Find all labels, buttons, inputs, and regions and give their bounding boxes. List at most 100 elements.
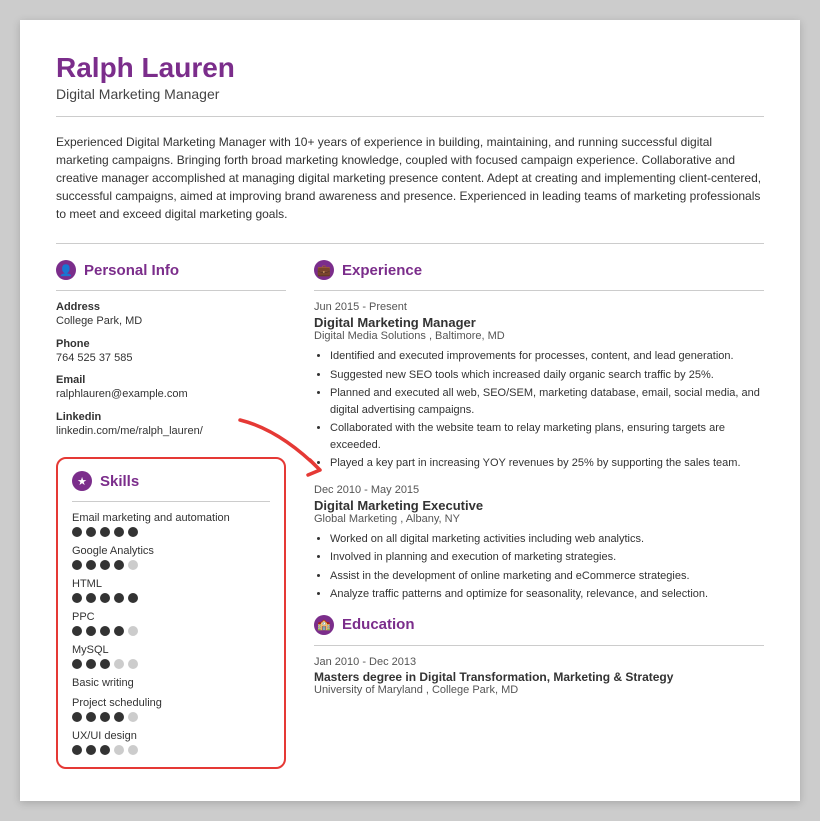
skill-dot	[86, 527, 96, 537]
experience-bullets: Worked on all digital marketing activiti…	[314, 531, 764, 603]
skill-dots	[72, 626, 270, 636]
experience-bullet: Collaborated with the website team to re…	[330, 420, 764, 453]
experience-bullet: Assist in the development of online mark…	[330, 568, 764, 585]
experience-header: 💼 Experience	[314, 260, 764, 280]
skill-dot	[100, 593, 110, 603]
skill-dot	[128, 593, 138, 603]
address-label: Address	[56, 301, 286, 313]
email-value: ralphlauren@example.com	[56, 386, 286, 403]
skill-dot	[114, 626, 124, 636]
skill-dot	[86, 712, 96, 722]
skill-dot	[86, 560, 96, 570]
candidate-name: Ralph Lauren	[56, 52, 764, 84]
skill-dot	[100, 527, 110, 537]
education-header: 🏫 Education	[314, 615, 764, 635]
personal-info-title: Personal Info	[84, 262, 179, 279]
experience-bullet: Analyze traffic patterns and optimize fo…	[330, 586, 764, 603]
skill-dot	[128, 712, 138, 722]
skills-icon: ★	[72, 471, 92, 491]
skills-title: Skills	[100, 473, 139, 490]
skill-dot	[72, 626, 82, 636]
skill-dot	[86, 745, 96, 755]
skill-dots	[72, 659, 270, 669]
phone-value: 764 525 37 585	[56, 350, 286, 367]
skill-dot	[128, 626, 138, 636]
skill-dot	[114, 712, 124, 722]
experience-company: Digital Media Solutions , Baltimore, MD	[314, 330, 764, 342]
experience-bullets: Identified and executed improvements for…	[314, 348, 764, 472]
skill-dot	[100, 626, 110, 636]
education-list: Jan 2010 - Dec 2013 Masters degree in Dig…	[314, 656, 764, 696]
skill-dots	[72, 560, 270, 570]
skill-dot	[114, 527, 124, 537]
skills-list: Email marketing and automation Google Ana…	[72, 512, 270, 755]
resume-page: Ralph Lauren Digital Marketing Manager E…	[20, 20, 800, 801]
skill-dots	[72, 712, 270, 722]
skill-name: Project scheduling	[72, 697, 270, 709]
experience-date: Jun 2015 - Present	[314, 301, 764, 313]
skill-dot	[86, 626, 96, 636]
skill-name: Basic writing	[72, 677, 270, 689]
experience-list: Jun 2015 - Present Digital Marketing Mana…	[314, 301, 764, 603]
experience-block: Dec 2010 - May 2015Digital Marketing Exe…	[314, 484, 764, 603]
personal-info-icon: 👤	[56, 260, 76, 280]
skill-dot	[114, 593, 124, 603]
experience-bullet: Worked on all digital marketing activiti…	[330, 531, 764, 548]
skill-name: Email marketing and automation	[72, 512, 270, 524]
skill-dot	[114, 560, 124, 570]
skill-dot	[128, 745, 138, 755]
experience-bullet: Planned and executed all web, SEO/SEM, m…	[330, 385, 764, 418]
education-title: Education	[342, 616, 415, 633]
skill-name: HTML	[72, 578, 270, 590]
skill-dot	[114, 745, 124, 755]
skill-dot	[72, 593, 82, 603]
education-degree: Masters degree in Digital Transformation…	[314, 670, 764, 684]
skills-section: ★ Skills Email marketing and automation G…	[56, 457, 286, 769]
skill-dot	[72, 745, 82, 755]
address-value: College Park, MD	[56, 313, 286, 330]
education-icon: 🏫	[314, 615, 334, 635]
skill-dot	[100, 712, 110, 722]
right-column: 💼 Experience Jun 2015 - Present Digital M…	[314, 260, 764, 769]
skill-dot	[72, 560, 82, 570]
skill-dot	[72, 659, 82, 669]
experience-job-title: Digital Marketing Executive	[314, 498, 764, 513]
skill-dot	[100, 659, 110, 669]
skill-name: UX/UI design	[72, 730, 270, 742]
education-date: Jan 2010 - Dec 2013	[314, 656, 764, 668]
skill-dot	[86, 593, 96, 603]
skill-dot	[100, 560, 110, 570]
experience-bullet: Played a key part in increasing YOY reve…	[330, 455, 764, 472]
linkedin-value: linkedin.com/me/ralph_lauren/	[56, 423, 286, 440]
skill-name: Google Analytics	[72, 545, 270, 557]
experience-company: Global Marketing , Albany, NY	[314, 513, 764, 525]
skill-name: MySQL	[72, 644, 270, 656]
phone-label: Phone	[56, 338, 286, 350]
experience-bullet: Involved in planning and execution of ma…	[330, 549, 764, 566]
two-column-layout: 👤 Personal Info Address College Park, MD…	[56, 260, 764, 769]
skill-dots	[72, 527, 270, 537]
personal-info-header: 👤 Personal Info	[56, 260, 286, 280]
education-school: University of Maryland , College Park, M…	[314, 684, 764, 696]
candidate-job-title: Digital Marketing Manager	[56, 86, 764, 102]
experience-icon: 💼	[314, 260, 334, 280]
skill-dots	[72, 745, 270, 755]
skill-name: PPC	[72, 611, 270, 623]
skill-dot	[86, 659, 96, 669]
skill-dots	[72, 593, 270, 603]
skill-dot	[72, 712, 82, 722]
experience-block: Jun 2015 - Present Digital Marketing Mana…	[314, 301, 764, 472]
experience-bullet: Suggested new SEO tools which increased …	[330, 367, 764, 384]
summary-text: Experienced Digital Marketing Manager wi…	[56, 133, 764, 223]
linkedin-label: Linkedin	[56, 411, 286, 423]
skill-dot	[128, 560, 138, 570]
experience-bullet: Identified and executed improvements for…	[330, 348, 764, 365]
left-column: 👤 Personal Info Address College Park, MD…	[56, 260, 286, 769]
skill-dot	[114, 659, 124, 669]
skill-dot	[100, 745, 110, 755]
skill-dot	[128, 659, 138, 669]
experience-job-title: Digital Marketing Manager	[314, 315, 764, 330]
skills-header: ★ Skills	[72, 471, 270, 491]
skill-dot	[128, 527, 138, 537]
email-label: Email	[56, 374, 286, 386]
